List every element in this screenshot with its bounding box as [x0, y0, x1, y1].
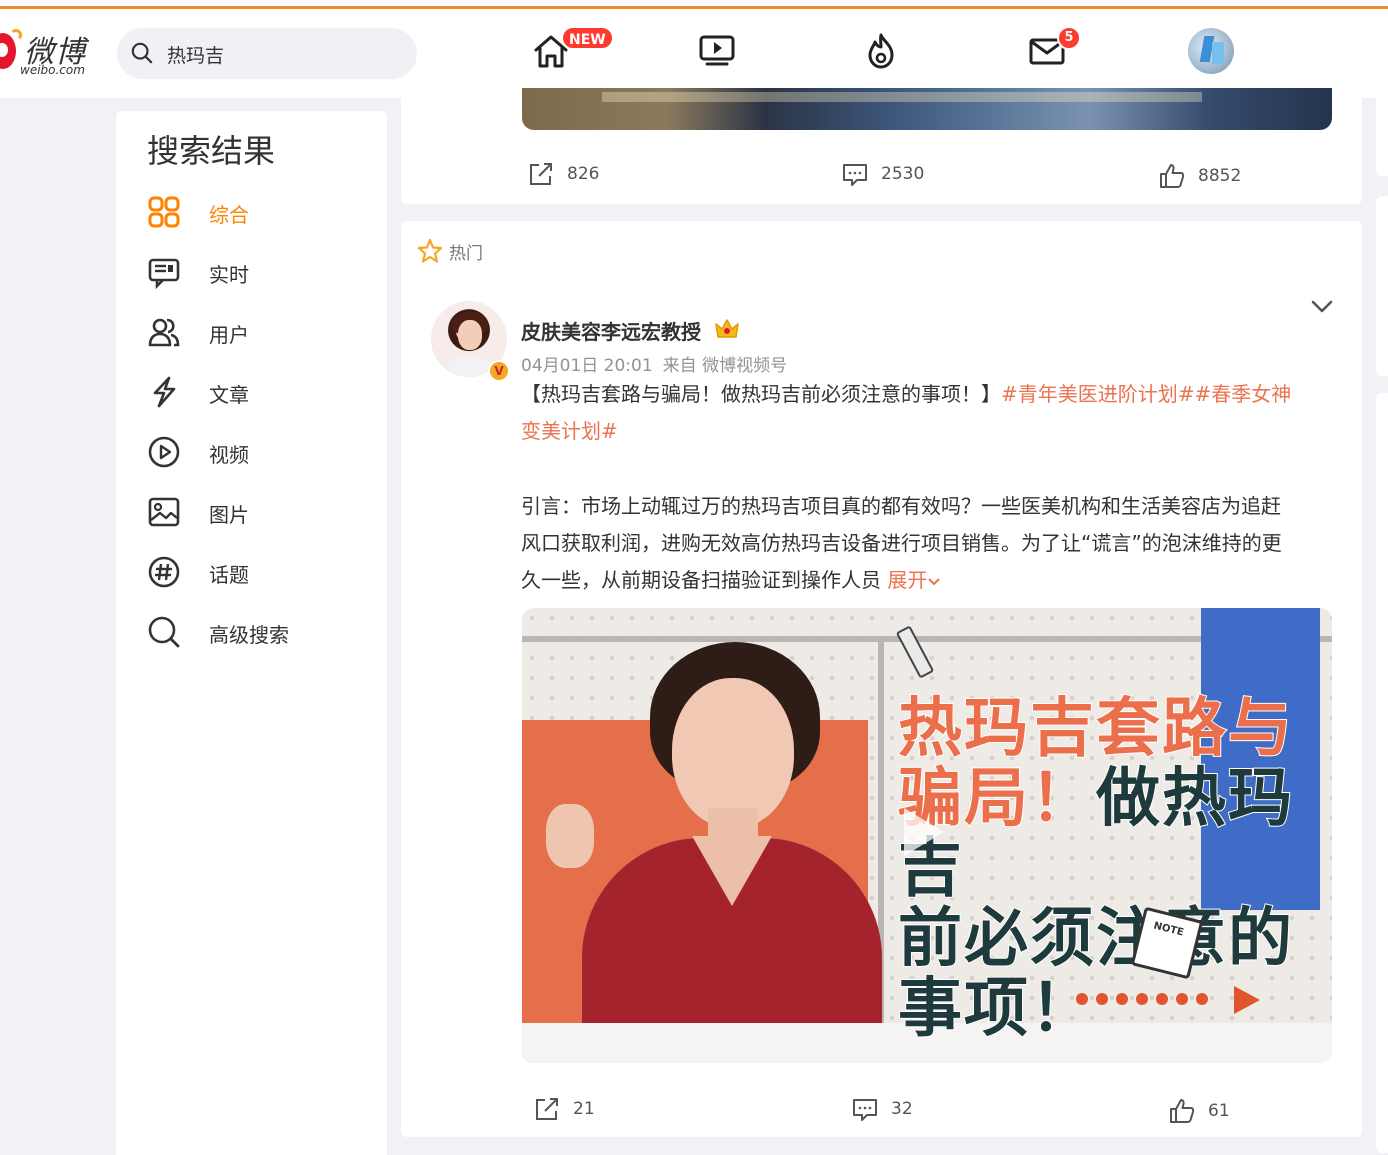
comment-count: 32 [891, 1099, 913, 1119]
post-source: 来自 微博视频号 [662, 356, 788, 376]
user-avatar[interactable] [1188, 28, 1234, 74]
post-image-partial[interactable] [522, 88, 1332, 130]
post-text-title: 【热玛吉套路与骗局！做热玛吉前必须注意的事项！】#青年美医进阶计划#​#春季女神… [521, 376, 1333, 450]
video-person-hand [546, 804, 594, 868]
comment-icon [853, 1099, 877, 1121]
sidebar-item-comprehensive[interactable]: 综合 [147, 191, 377, 231]
weibo-ring-icon [10, 29, 22, 41]
share-icon [530, 163, 552, 185]
like-count: 8852 [1198, 166, 1242, 186]
sidebar-item-label: 实时 [209, 263, 249, 287]
sidebar-title: 搜索结果 [147, 132, 276, 170]
video-play-icon [148, 436, 180, 468]
repost-button[interactable]: 826 [527, 160, 599, 188]
sidebar-item-label: 高级搜索 [209, 623, 289, 647]
repost-count: 826 [567, 164, 600, 184]
search-input-value[interactable]: 热玛吉 [167, 41, 224, 68]
comment-icon [843, 164, 867, 186]
message-count-badge: 5 [1057, 26, 1081, 50]
post-title-text: 【热玛吉套路与骗局！做热玛吉前必须注意的事项！】 [521, 382, 1001, 406]
avatar-face [458, 320, 482, 350]
thumbs-up-icon [1160, 164, 1185, 188]
video-person-face [672, 678, 794, 828]
video-thumbnail[interactable]: 热玛吉套路与 骗局！做热玛吉 前必须注意的 事项！ [522, 608, 1332, 1063]
feed-card-post: 热门 V 皮肤美容李远宏教授 04月01日 20:01 来自 微博视频号 【热玛吉… [401, 221, 1362, 1137]
comment-button[interactable]: 2530 [841, 160, 924, 188]
post-body-line: 风口获取利润，进购无效高仿热玛吉设备进行项目销售。为了让“谎言”的泡沫维持的更 [521, 531, 1282, 555]
sidebar-item-videos[interactable]: 视频 [147, 431, 377, 471]
sidebar-item-label: 用户 [209, 323, 249, 347]
progress-dots [1076, 993, 1208, 1005]
topic-tag-1[interactable]: #青年美医进阶计划# [1001, 382, 1195, 406]
sidebar-item-label: 视频 [209, 443, 249, 467]
logo-text-en: weibo.com [20, 63, 85, 77]
author-name[interactable]: 皮肤美容李远宏教授 [521, 316, 701, 345]
topic-tag-2b[interactable]: 变美计划# [521, 419, 618, 443]
right-panel-edge [1376, 196, 1388, 376]
play-icon[interactable] [904, 808, 944, 856]
chevron-down-icon[interactable] [1309, 296, 1335, 316]
users-icon [148, 318, 180, 347]
search-icon [148, 616, 180, 648]
feed-card-previous: 826 2530 8852 [401, 88, 1362, 204]
hashtag-icon [148, 556, 180, 588]
chevron-down-icon [928, 577, 941, 585]
sidebar-item-topics[interactable]: 话题 [147, 551, 377, 591]
video-person-collar [692, 836, 772, 906]
right-panel-edge [1376, 88, 1388, 176]
top-header: 微博 weibo.com 热玛吉 NEW 5 [0, 9, 1388, 98]
video-title-line: 热玛吉套路与 [897, 692, 1294, 766]
comment-button[interactable]: 32 [851, 1095, 913, 1123]
post-body-line: 久一些，从前期设备扫描验证到操作人员 [521, 568, 881, 592]
video-title-line: 前必须注意的 [897, 902, 1294, 976]
like-button[interactable]: 8852 [1158, 162, 1241, 190]
right-panel-edge [1376, 393, 1388, 1153]
hot-flame-icon[interactable] [861, 31, 901, 71]
share-icon [536, 1098, 558, 1120]
topic-tag-2a[interactable]: #春季女神 [1195, 382, 1292, 406]
avatar-shirt [446, 356, 494, 376]
thumbs-up-icon [1170, 1099, 1195, 1123]
weibo-logo[interactable]: 微博 weibo.com [0, 29, 110, 81]
hot-label-text: 热门 [449, 243, 483, 264]
like-button[interactable]: 61 [1168, 1097, 1230, 1125]
repost-button[interactable]: 21 [533, 1095, 595, 1123]
sidebar-item-articles[interactable]: 文章 [147, 371, 377, 411]
image-icon [148, 497, 180, 527]
repost-count: 21 [573, 1099, 595, 1119]
search-box[interactable]: 热玛吉 [117, 28, 417, 79]
sidebar-item-label: 图片 [209, 503, 249, 527]
hot-label: 热门 [417, 238, 483, 264]
expand-label: 展开 [887, 568, 928, 592]
comment-count: 2530 [881, 164, 925, 184]
sidebar-item-label: 综合 [209, 203, 249, 227]
search-icon [131, 42, 153, 64]
search-filter-sidebar: 搜索结果 综合 实时 用户 文章 视频 图片 话题 高级搜索 [116, 111, 387, 1155]
sidebar-item-realtime[interactable]: 实时 [147, 251, 377, 291]
crown-icon[interactable] [714, 317, 740, 341]
top-accent-line [0, 0, 1388, 9]
post-body-line: 引言：市场上动辄过万的热玛吉项目真的都有效吗？一些医美机构和生活美容店为追赶 [521, 494, 1281, 518]
video-icon[interactable] [697, 31, 737, 71]
arrow-right-icon [1234, 986, 1260, 1014]
grid-icon [148, 196, 180, 228]
sidebar-item-users[interactable]: 用户 [147, 311, 377, 351]
feed-icon [148, 258, 180, 289]
post-time[interactable]: 04月01日 20:01 [521, 356, 653, 376]
avatar-shape-2 [1212, 42, 1224, 64]
new-badge: NEW [561, 26, 614, 50]
verified-badge: V [488, 360, 510, 382]
star-icon [417, 238, 443, 263]
expand-link[interactable]: 展开 [887, 568, 941, 592]
post-text-body: 引言：市场上动辄过万的热玛吉项目真的都有效吗？一些医美机构和生活美容店为追赶 风… [521, 488, 1333, 599]
article-icon [153, 376, 176, 408]
sidebar-item-label: 文章 [209, 383, 249, 407]
like-count: 61 [1208, 1101, 1230, 1121]
sidebar-item-advanced-search[interactable]: 高级搜索 [147, 611, 377, 651]
post-meta: 04月01日 20:01 来自 微博视频号 [521, 351, 787, 376]
post-body-line-3: 久一些，从前期设备扫描验证到操作人员 展开 [521, 562, 1333, 599]
sidebar-item-images[interactable]: 图片 [147, 491, 377, 531]
sidebar-item-label: 话题 [209, 563, 249, 587]
